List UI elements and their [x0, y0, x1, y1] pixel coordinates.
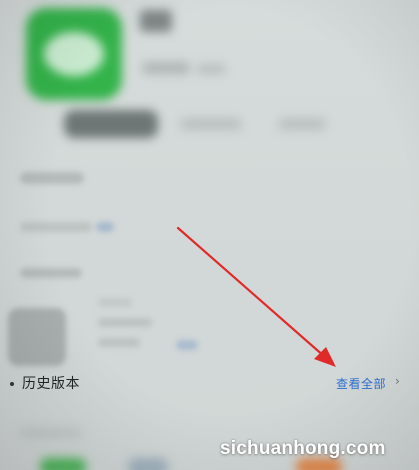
app-store-screen: 历史版本 查看全部 › sichuanhong.com: [0, 0, 419, 470]
detail-heading-blurred: [20, 172, 84, 184]
thumbnail-text-2: [98, 318, 152, 327]
more-link-blurred[interactable]: [176, 340, 198, 350]
thumbnail-text-3: [98, 338, 140, 347]
watermark: sichuanhong.com: [220, 438, 386, 459]
app-rating-count-blurred: [196, 64, 226, 74]
app-title-blurred: [140, 10, 172, 32]
history-versions-row[interactable]: 历史版本 查看全部 ›: [0, 370, 419, 398]
secondary-action-blurred[interactable]: [180, 118, 242, 130]
chevron-right-icon[interactable]: ›: [395, 374, 400, 388]
bullet-dot: [10, 382, 14, 386]
footer-heading-blurred: [20, 428, 82, 438]
detail-line-blurred: [20, 222, 92, 232]
tertiary-action-blurred[interactable]: [278, 118, 326, 130]
open-button[interactable]: [64, 110, 158, 138]
footer-icon-gray[interactable]: [128, 458, 168, 470]
footer-icon-green[interactable]: [40, 458, 86, 470]
detail-heading-2-blurred: [20, 268, 82, 278]
detail-link-blurred[interactable]: [96, 222, 114, 232]
screenshot-thumbnail[interactable]: [8, 308, 66, 366]
view-all-link[interactable]: 查看全部: [336, 375, 386, 392]
wechat-icon: [26, 8, 122, 100]
app-rating-blurred: [142, 62, 190, 74]
section-title: 历史版本: [22, 376, 80, 392]
thumbnail-text-1: [98, 298, 132, 307]
